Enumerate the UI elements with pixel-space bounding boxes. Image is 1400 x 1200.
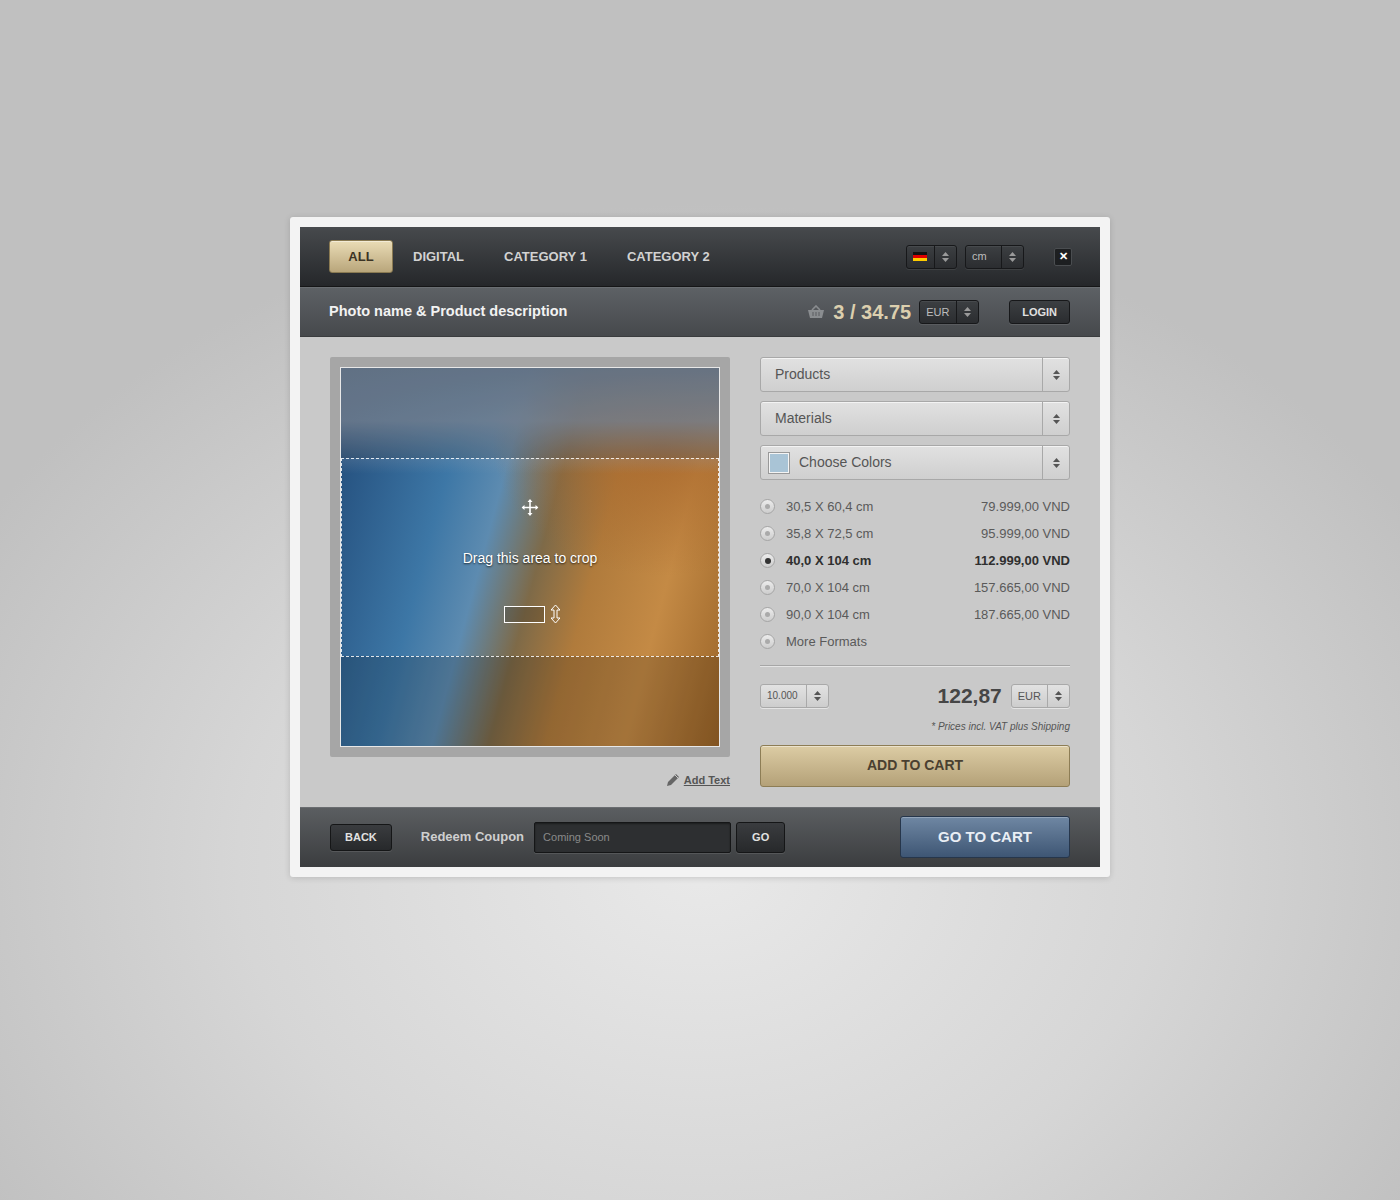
category-tabs: ALLDIGITALCATEGORY 1CATEGORY 2 xyxy=(329,240,730,273)
shop-dialog: ALLDIGITALCATEGORY 1CATEGORY 2 cm ✕ Phot… xyxy=(290,217,1110,877)
select-label: Choose Colors xyxy=(799,452,892,473)
photo-frame: Drag this area to crop xyxy=(330,357,730,757)
total-currency-select[interactable]: EUR xyxy=(1011,684,1070,708)
language-select[interactable] xyxy=(906,245,957,269)
sort-arrows-icon xyxy=(1053,414,1060,424)
format-size: 90,0 X 104 cm xyxy=(786,605,870,625)
format-size: 30,5 X 60,4 cm xyxy=(786,497,873,517)
crop-hint: Drag this area to crop xyxy=(342,548,718,569)
format-option[interactable]: 90,0 X 104 cm 187.665,00 VND xyxy=(760,601,1070,628)
select-toggle[interactable] xyxy=(934,246,956,268)
format-option[interactable]: 40,0 X 104 cm 112.999,00 VND xyxy=(760,547,1070,574)
unit-select[interactable]: cm xyxy=(965,245,1024,269)
crop-resize-handle[interactable] xyxy=(504,605,560,623)
color-swatch xyxy=(769,453,789,473)
select-value: Choose Colors xyxy=(761,446,1042,479)
format-price: 112.999,00 VND xyxy=(975,551,1070,571)
back-button[interactable]: BACK xyxy=(330,824,392,851)
sort-arrows-icon xyxy=(814,691,821,701)
format-price: 79.999,00 VND xyxy=(981,497,1070,517)
format-radio[interactable] xyxy=(760,634,775,649)
category-tab[interactable]: DIGITAL xyxy=(393,241,484,272)
select-label: Products xyxy=(775,364,830,385)
format-size: 40,0 X 104 cm xyxy=(786,551,871,571)
format-option[interactable]: 30,5 X 60,4 cm 79.999,00 VND xyxy=(760,493,1070,520)
select-value: Materials xyxy=(761,402,1042,435)
crop-shade xyxy=(341,368,719,458)
sort-arrows-icon xyxy=(964,307,971,317)
format-size: 70,0 X 104 cm xyxy=(786,578,870,598)
add-text-link[interactable]: Add Text xyxy=(684,772,730,789)
go-to-cart-button[interactable]: GO TO CART xyxy=(900,816,1070,858)
format-price: 95.999,00 VND xyxy=(981,524,1070,544)
select-label: Materials xyxy=(775,408,832,429)
price-note: * Prices incl. VAT plus Shipping xyxy=(760,719,1070,734)
product-bar: Photo name & Product description 3 / 34.… xyxy=(300,287,1100,337)
preview-column: Drag this area to crop Add Text xyxy=(330,357,730,789)
crop-shade xyxy=(341,656,719,746)
sort-arrows-icon xyxy=(1053,458,1060,468)
select-toggle[interactable] xyxy=(1047,685,1069,707)
cart-summary: 3 / 34.75 xyxy=(833,297,911,327)
basket-icon xyxy=(807,305,825,319)
select-value: Products xyxy=(761,358,1042,391)
format-radio[interactable] xyxy=(760,526,775,541)
options-column: Products Materials Choose Colors 30,5 X 60… xyxy=(760,357,1070,789)
close-button[interactable]: ✕ xyxy=(1054,248,1072,266)
coupon-go-button[interactable]: GO xyxy=(736,822,785,853)
add-to-cart-button[interactable]: ADD TO CART xyxy=(760,745,1070,787)
coupon-label: Redeem Coupon xyxy=(421,827,524,847)
photo: Drag this area to crop xyxy=(340,367,720,747)
format-radio[interactable] xyxy=(760,499,775,514)
option-select[interactable]: Materials xyxy=(760,401,1070,436)
coupon-input[interactable] xyxy=(534,822,731,853)
select-toggle[interactable] xyxy=(1042,446,1069,479)
format-radio[interactable] xyxy=(760,553,775,568)
radio-dot xyxy=(765,531,770,536)
format-option[interactable]: 70,0 X 104 cm 157.665,00 VND xyxy=(760,574,1070,601)
select-toggle[interactable] xyxy=(1042,358,1069,391)
format-size: More Formats xyxy=(786,632,867,652)
top-bar: ALLDIGITALCATEGORY 1CATEGORY 2 cm ✕ xyxy=(300,227,1100,287)
move-icon xyxy=(522,499,539,516)
format-list: 30,5 X 60,4 cm 79.999,00 VND 35,8 X 72,5 c… xyxy=(760,493,1070,655)
resize-vertical-icon xyxy=(551,605,560,623)
radio-dot xyxy=(765,612,770,617)
select-toggle[interactable] xyxy=(956,301,978,323)
category-tab[interactable]: ALL xyxy=(329,240,393,273)
footer-bar: BACK Redeem Coupon GO GO TO CART xyxy=(300,807,1100,867)
total-price: 122,87 xyxy=(938,680,1002,712)
format-price: 157.665,00 VND xyxy=(974,578,1070,598)
pencil-icon xyxy=(666,773,680,787)
quantity-select[interactable]: 10.000 xyxy=(760,684,829,708)
sort-arrows-icon xyxy=(1009,252,1016,262)
format-option[interactable]: 35,8 X 72,5 cm 95.999,00 VND xyxy=(760,520,1070,547)
format-radio[interactable] xyxy=(760,607,775,622)
format-price: 187.665,00 VND xyxy=(974,605,1070,625)
currency-select[interactable]: EUR xyxy=(919,300,979,324)
german-flag-icon xyxy=(913,252,927,261)
option-select[interactable]: Products xyxy=(760,357,1070,392)
format-radio[interactable] xyxy=(760,580,775,595)
crop-area[interactable]: Drag this area to crop xyxy=(341,458,719,657)
radio-dot xyxy=(765,504,770,509)
radio-dot xyxy=(765,585,770,590)
login-button[interactable]: LOGIN xyxy=(1009,300,1070,324)
select-toggle[interactable] xyxy=(806,685,828,707)
sort-arrows-icon xyxy=(942,252,949,262)
color-select[interactable]: Choose Colors xyxy=(760,445,1070,480)
radio-dot xyxy=(765,558,771,564)
sort-arrows-icon xyxy=(1053,370,1060,380)
sort-arrows-icon xyxy=(1055,691,1062,701)
content-area: Drag this area to crop Add Text Products… xyxy=(300,337,1100,807)
radio-dot xyxy=(765,639,770,644)
format-size: 35,8 X 72,5 cm xyxy=(786,524,873,544)
category-tab[interactable]: CATEGORY 2 xyxy=(607,241,730,272)
product-title: Photo name & Product description xyxy=(329,301,567,323)
select-toggle[interactable] xyxy=(1042,402,1069,435)
format-option[interactable]: More Formats xyxy=(760,628,1070,655)
select-toggle[interactable] xyxy=(1001,246,1023,268)
category-tab[interactable]: CATEGORY 1 xyxy=(484,241,607,272)
